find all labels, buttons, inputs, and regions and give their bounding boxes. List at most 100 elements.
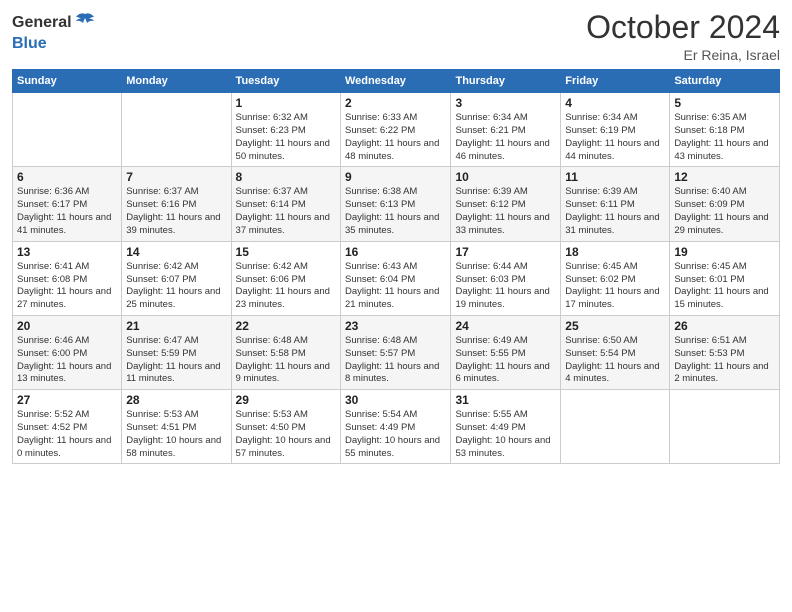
day-info: Sunrise: 6:42 AMSunset: 6:07 PMDaylight:… (126, 261, 226, 312)
calendar-cell: 14 Sunrise: 6:42 AMSunset: 6:07 PMDayligh… (122, 241, 231, 315)
calendar-cell: 1Sunrise: 6:32 AMSunset: 6:23 PMDaylight… (231, 93, 340, 167)
calendar-cell: 11 Sunrise: 6:39 AMSunset: 6:11 PMDayligh… (561, 167, 670, 241)
calendar-cell: 20Sunrise: 6:46 AMSunset: 6:00 PMDayligh… (13, 315, 122, 389)
day-info: Sunrise: 6:44 AMSunset: 6:03 PMDaylight:… (455, 261, 556, 312)
day-info: Sunrise: 6:45 AMSunset: 6:02 PMDaylight:… (565, 261, 665, 312)
day-info: Sunrise: 5:53 AMSunset: 4:50 PMDaylight:… (236, 409, 336, 460)
weekday-header-saturday: Saturday (670, 70, 780, 93)
day-info: Sunrise: 6:48 AMSunset: 5:57 PMDaylight:… (345, 335, 446, 386)
calendar-cell (122, 93, 231, 167)
calendar-cell: 9 Sunrise: 6:38 AMSunset: 6:13 PMDaylight… (341, 167, 451, 241)
day-info: Sunrise: 6:51 AMSunset: 5:53 PMDaylight:… (674, 335, 775, 386)
calendar-cell: 26 Sunrise: 6:51 AMSunset: 5:53 PMDayligh… (670, 315, 780, 389)
calendar-cell: 22 Sunrise: 6:48 AMSunset: 5:58 PMDayligh… (231, 315, 340, 389)
calendar-week-row: 1Sunrise: 6:32 AMSunset: 6:23 PMDaylight… (13, 93, 780, 167)
calendar-cell: 25 Sunrise: 6:50 AMSunset: 5:54 PMDayligh… (561, 315, 670, 389)
day-info: Sunrise: 5:54 AMSunset: 4:49 PMDaylight:… (345, 409, 446, 460)
day-number: 26 (674, 319, 775, 333)
day-info: Sunrise: 6:38 AMSunset: 6:13 PMDaylight:… (345, 186, 446, 237)
day-number: 14 (126, 245, 226, 259)
day-info: Sunrise: 6:39 AMSunset: 6:11 PMDaylight:… (565, 186, 665, 237)
day-number: 13 (17, 245, 117, 259)
day-info: Sunrise: 5:53 AMSunset: 4:51 PMDaylight:… (126, 409, 226, 460)
calendar-cell: 21 Sunrise: 6:47 AMSunset: 5:59 PMDayligh… (122, 315, 231, 389)
day-number: 17 (455, 245, 556, 259)
logo-blue: Blue (12, 36, 47, 52)
day-number: 2 (345, 96, 446, 110)
calendar-cell: 31Sunrise: 5:55 AMSunset: 4:49 PMDayligh… (451, 390, 561, 464)
calendar-cell (13, 93, 122, 167)
calendar-table: SundayMondayTuesdayWednesdayThursdayFrid… (12, 69, 780, 464)
day-info: Sunrise: 6:43 AMSunset: 6:04 PMDaylight:… (345, 261, 446, 312)
day-number: 3 (455, 96, 556, 110)
day-number: 7 (126, 170, 226, 184)
day-number: 28 (126, 393, 226, 407)
weekday-header-tuesday: Tuesday (231, 70, 340, 93)
day-number: 19 (674, 245, 775, 259)
day-number: 29 (236, 393, 336, 407)
location-title: Er Reina, Israel (586, 47, 780, 63)
calendar-cell (670, 390, 780, 464)
day-number: 24 (455, 319, 556, 333)
day-number: 16 (345, 245, 446, 259)
logo-general: General (12, 15, 72, 31)
day-number: 9 (345, 170, 446, 184)
day-info: Sunrise: 6:40 AMSunset: 6:09 PMDaylight:… (674, 186, 775, 237)
day-number: 15 (236, 245, 336, 259)
day-number: 5 (674, 96, 775, 110)
day-number: 20 (17, 319, 117, 333)
calendar-cell: 8 Sunrise: 6:37 AMSunset: 6:14 PMDaylight… (231, 167, 340, 241)
day-number: 21 (126, 319, 226, 333)
calendar-week-row: 27Sunrise: 5:52 AMSunset: 4:52 PMDayligh… (13, 390, 780, 464)
day-number: 10 (455, 170, 556, 184)
calendar-cell: 6 Sunrise: 6:36 AMSunset: 6:17 PMDaylight… (13, 167, 122, 241)
calendar-cell: 28 Sunrise: 5:53 AMSunset: 4:51 PMDayligh… (122, 390, 231, 464)
day-number: 6 (17, 170, 117, 184)
day-number: 30 (345, 393, 446, 407)
day-number: 25 (565, 319, 665, 333)
calendar-cell: 17 Sunrise: 6:44 AMSunset: 6:03 PMDayligh… (451, 241, 561, 315)
day-info: Sunrise: 6:49 AMSunset: 5:55 PMDaylight:… (455, 335, 556, 386)
weekday-header-row: SundayMondayTuesdayWednesdayThursdayFrid… (13, 70, 780, 93)
calendar-cell: 12 Sunrise: 6:40 AMSunset: 6:09 PMDayligh… (670, 167, 780, 241)
calendar-cell: 29 Sunrise: 5:53 AMSunset: 4:50 PMDayligh… (231, 390, 340, 464)
day-info: Sunrise: 6:47 AMSunset: 5:59 PMDaylight:… (126, 335, 226, 386)
day-info: Sunrise: 6:33 AMSunset: 6:22 PMDaylight:… (345, 112, 446, 163)
day-info: Sunrise: 6:37 AMSunset: 6:14 PMDaylight:… (236, 186, 336, 237)
day-number: 11 (565, 170, 665, 184)
calendar-week-row: 6 Sunrise: 6:36 AMSunset: 6:17 PMDaylight… (13, 167, 780, 241)
day-info: Sunrise: 6:36 AMSunset: 6:17 PMDaylight:… (17, 186, 117, 237)
weekday-header-friday: Friday (561, 70, 670, 93)
day-number: 22 (236, 319, 336, 333)
weekday-header-sunday: Sunday (13, 70, 122, 93)
day-number: 8 (236, 170, 336, 184)
calendar-cell: 23 Sunrise: 6:48 AMSunset: 5:57 PMDayligh… (341, 315, 451, 389)
day-info: Sunrise: 6:37 AMSunset: 6:16 PMDaylight:… (126, 186, 226, 237)
calendar-cell: 16 Sunrise: 6:43 AMSunset: 6:04 PMDayligh… (341, 241, 451, 315)
month-title: October 2024 (586, 10, 780, 45)
title-block: October 2024 Er Reina, Israel (586, 10, 780, 63)
calendar-cell: 4Sunrise: 6:34 AMSunset: 6:19 PMDaylight… (561, 93, 670, 167)
day-number: 4 (565, 96, 665, 110)
day-number: 23 (345, 319, 446, 333)
calendar-week-row: 20Sunrise: 6:46 AMSunset: 6:00 PMDayligh… (13, 315, 780, 389)
calendar-cell: 30 Sunrise: 5:54 AMSunset: 4:49 PMDayligh… (341, 390, 451, 464)
header: General Blue October 2024 Er Reina, Isra… (12, 10, 780, 63)
day-number: 12 (674, 170, 775, 184)
calendar-cell: 13Sunrise: 6:41 AMSunset: 6:08 PMDayligh… (13, 241, 122, 315)
day-info: Sunrise: 6:35 AMSunset: 6:18 PMDaylight:… (674, 112, 775, 163)
day-info: Sunrise: 6:39 AMSunset: 6:12 PMDaylight:… (455, 186, 556, 237)
day-info: Sunrise: 6:48 AMSunset: 5:58 PMDaylight:… (236, 335, 336, 386)
weekday-header-thursday: Thursday (451, 70, 561, 93)
logo-bird-icon (74, 10, 96, 36)
calendar-cell: 24 Sunrise: 6:49 AMSunset: 5:55 PMDayligh… (451, 315, 561, 389)
calendar-cell (561, 390, 670, 464)
weekday-header-wednesday: Wednesday (341, 70, 451, 93)
day-number: 1 (236, 96, 336, 110)
page: General Blue October 2024 Er Reina, Isra… (0, 0, 792, 612)
logo: General Blue (12, 10, 96, 52)
day-info: Sunrise: 6:50 AMSunset: 5:54 PMDaylight:… (565, 335, 665, 386)
calendar-cell: 3Sunrise: 6:34 AMSunset: 6:21 PMDaylight… (451, 93, 561, 167)
calendar-cell: 5 Sunrise: 6:35 AMSunset: 6:18 PMDaylight… (670, 93, 780, 167)
calendar-cell: 19Sunrise: 6:45 AMSunset: 6:01 PMDayligh… (670, 241, 780, 315)
